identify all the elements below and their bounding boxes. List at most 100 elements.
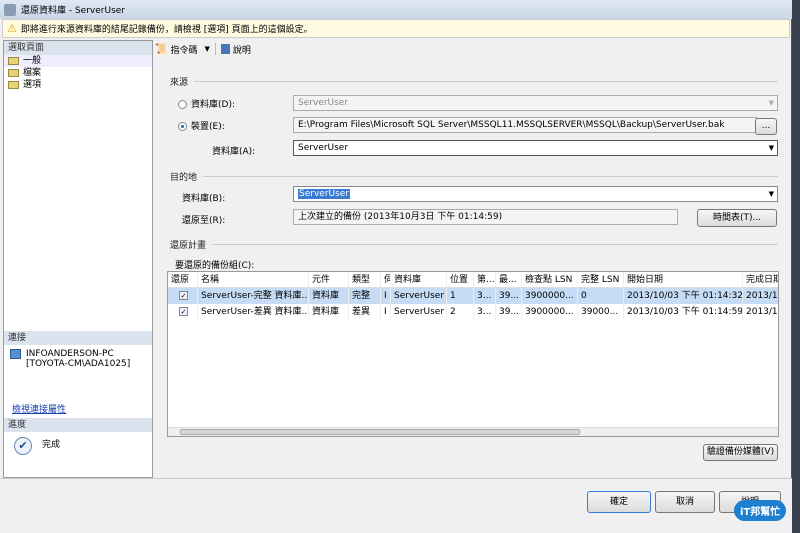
window-title: 還原資料庫 - ServerUser — [21, 6, 125, 16]
backup-sets-grid: 還原名稱元件類型伺資料庫位置第...最...檢查點 LSN完整 LSN開始日期完… — [167, 271, 779, 437]
sidebar-item-label: 選項 — [23, 80, 42, 90]
server-name: INFOANDERSON-PC — [26, 349, 114, 359]
help-label: 說明 — [232, 45, 251, 56]
progress-status: 完成 — [42, 440, 61, 450]
grid-cell: 2 — [447, 304, 474, 320]
table-row[interactable]: ✓ ServerUser-完整 資料庫... 資料庫 完整 I ServerUser 1 3.… — [168, 288, 778, 304]
backup-sets-label: 要還原的備份組(C): — [175, 261, 255, 271]
grid-cell: 2013/10 — [743, 304, 778, 320]
grid-cell: 資料庫 — [309, 304, 349, 320]
sidebar-item-label: 一般 — [23, 56, 42, 66]
scrollbar-thumb[interactable] — [180, 429, 580, 435]
title-bar: 還原資料庫 - ServerUser — [0, 0, 792, 19]
browse-device-button[interactable]: ... — [755, 118, 777, 135]
page-icon — [8, 69, 19, 77]
column-header: 第... — [474, 272, 496, 287]
grid-cell: 2013/10/03 下午 01:14:59 — [624, 304, 743, 320]
column-header: 最... — [496, 272, 522, 287]
chevron-down-icon: ▼ — [768, 144, 774, 152]
help-button[interactable]: 說明 — [220, 43, 251, 56]
view-connection-properties-link[interactable]: 檢視連接屬性 — [12, 402, 66, 415]
toolbar: 📜 指令碼 ▼ 說明 — [155, 40, 251, 58]
verify-backup-media-button[interactable]: 驗證備份媒體(V) — [703, 444, 778, 461]
connection-info: INFOANDERSON-PC [TOYOTA-CM\ADA1025] — [10, 349, 130, 369]
user-name: [TOYOTA-CM\ADA1025] — [26, 359, 131, 369]
ok-button[interactable]: 確定 — [587, 491, 651, 513]
grid-cell: I — [381, 288, 391, 304]
grid-cell: 3900000... — [522, 304, 578, 320]
cancel-button[interactable]: 取消 — [655, 491, 715, 513]
grid-cell: ServerUser — [391, 288, 447, 304]
destination-database-combo[interactable]: ServerUser ▼ — [293, 186, 778, 202]
restore-plan-header: 還原計畫 — [170, 241, 207, 251]
warning-text: 即將進行來源資料庫的結尾記錄備份，請檢視 [選項] 頁面上的這個設定。 — [20, 25, 313, 35]
radio-label: 資料庫(D): — [191, 100, 235, 110]
horizontal-scrollbar[interactable] — [168, 427, 778, 436]
column-header: 名稱 — [198, 272, 309, 287]
restore-checkbox[interactable]: ✓ — [179, 307, 188, 316]
radio-label: 裝置(E): — [191, 122, 225, 132]
divider — [214, 43, 216, 55]
grid-cell[interactable]: ✓ — [168, 288, 198, 304]
destination-header: 目的地 — [170, 173, 198, 183]
progress-info: ✔ 完成 — [14, 437, 60, 455]
restore-plan-group: 還原計畫 — [170, 238, 778, 251]
source-db-select[interactable]: ServerUser ▼ — [293, 140, 778, 156]
column-header: 完整 LSN — [578, 272, 624, 287]
grid-cell: 差異 — [349, 304, 381, 320]
grid-cell: 3... — [474, 304, 496, 320]
script-icon: 📜 — [155, 43, 168, 55]
grid-cell: 3900000... — [522, 288, 578, 304]
grid-cell: 2013/10/03 下午 01:14:32 — [624, 288, 743, 304]
chevron-down-icon[interactable]: ▼ — [204, 45, 209, 53]
device-path-field[interactable]: E:\Program Files\Microsoft SQL Server\MS… — [293, 117, 757, 133]
destination-group: 目的地 — [170, 170, 778, 183]
grid-cell: 0 — [578, 288, 624, 304]
radio[interactable] — [178, 122, 187, 131]
grid-cell: I — [381, 304, 391, 320]
app-icon — [4, 3, 16, 16]
source-database-radio[interactable]: 資料庫(D): — [178, 97, 235, 110]
grid-cell: 1 — [447, 288, 474, 304]
restore-checkbox[interactable]: ✓ — [179, 291, 188, 300]
chevron-down-icon: ▼ — [768, 99, 774, 107]
destination-database-label: 資料庫(B): — [182, 194, 226, 204]
script-button[interactable]: 📜 指令碼 ▼ — [155, 43, 210, 56]
radio[interactable] — [178, 100, 187, 109]
select-page-header: 選取頁面 — [4, 41, 152, 55]
general-page: 📜 指令碼 ▼ 說明 來源 資料庫(D): ServerUser ▼ 裝置(E): E… — [155, 40, 790, 478]
warning-icon: ⚠ — [7, 22, 17, 35]
grid-cell: 39... — [496, 304, 522, 320]
timeline-button[interactable]: 時間表(T)... — [697, 209, 777, 227]
dialog-footer: 確定 取消 說明 — [0, 478, 792, 533]
column-header: 完成日期 — [743, 272, 778, 287]
grid-cell: 3... — [474, 288, 496, 304]
column-header: 資料庫 — [391, 272, 447, 287]
check-circle-icon: ✔ — [14, 437, 32, 455]
source-database-select[interactable]: ServerUser ▼ — [293, 95, 778, 111]
grid-cell[interactable]: ✓ — [168, 304, 198, 320]
column-header: 檢查點 LSN — [522, 272, 578, 287]
grid-cell: 完整 — [349, 288, 381, 304]
sidebar-item-options[interactable]: 選項 — [4, 79, 152, 91]
table-row[interactable]: ✓ ServerUser-差異 資料庫... 資料庫 差異 I ServerUser 2 3.… — [168, 304, 778, 320]
server-icon — [10, 349, 21, 359]
script-label: 指令碼 — [170, 45, 198, 56]
source-device-radio[interactable]: 裝置(E): — [178, 119, 225, 132]
page-icon — [8, 57, 19, 65]
grid-cell: ServerUser-差異 資料庫... — [198, 304, 309, 320]
column-header: 元件 — [309, 272, 349, 287]
source-header: 來源 — [170, 78, 189, 88]
sidebar-item-label: 檔案 — [23, 68, 42, 78]
grid-header: 還原名稱元件類型伺資料庫位置第...最...檢查點 LSN完整 LSN開始日期完… — [168, 272, 778, 288]
chevron-down-icon: ▼ — [768, 190, 774, 198]
sidebar-item-files[interactable]: 檔案 — [4, 67, 152, 79]
restore-to-label: 還原至(R): — [182, 216, 226, 226]
sidebar-item-general[interactable]: 一般 — [4, 55, 152, 67]
source-db-label: 資料庫(A): — [212, 147, 256, 157]
restore-to-field: 上次建立的備份 (2013年10月3日 下午 01:14:59) — [293, 209, 678, 225]
column-header: 位置 — [447, 272, 474, 287]
watermark-logo: iT邦幫忙 — [734, 500, 787, 521]
grid-cell: 39... — [496, 288, 522, 304]
column-header: 伺 — [381, 272, 391, 287]
